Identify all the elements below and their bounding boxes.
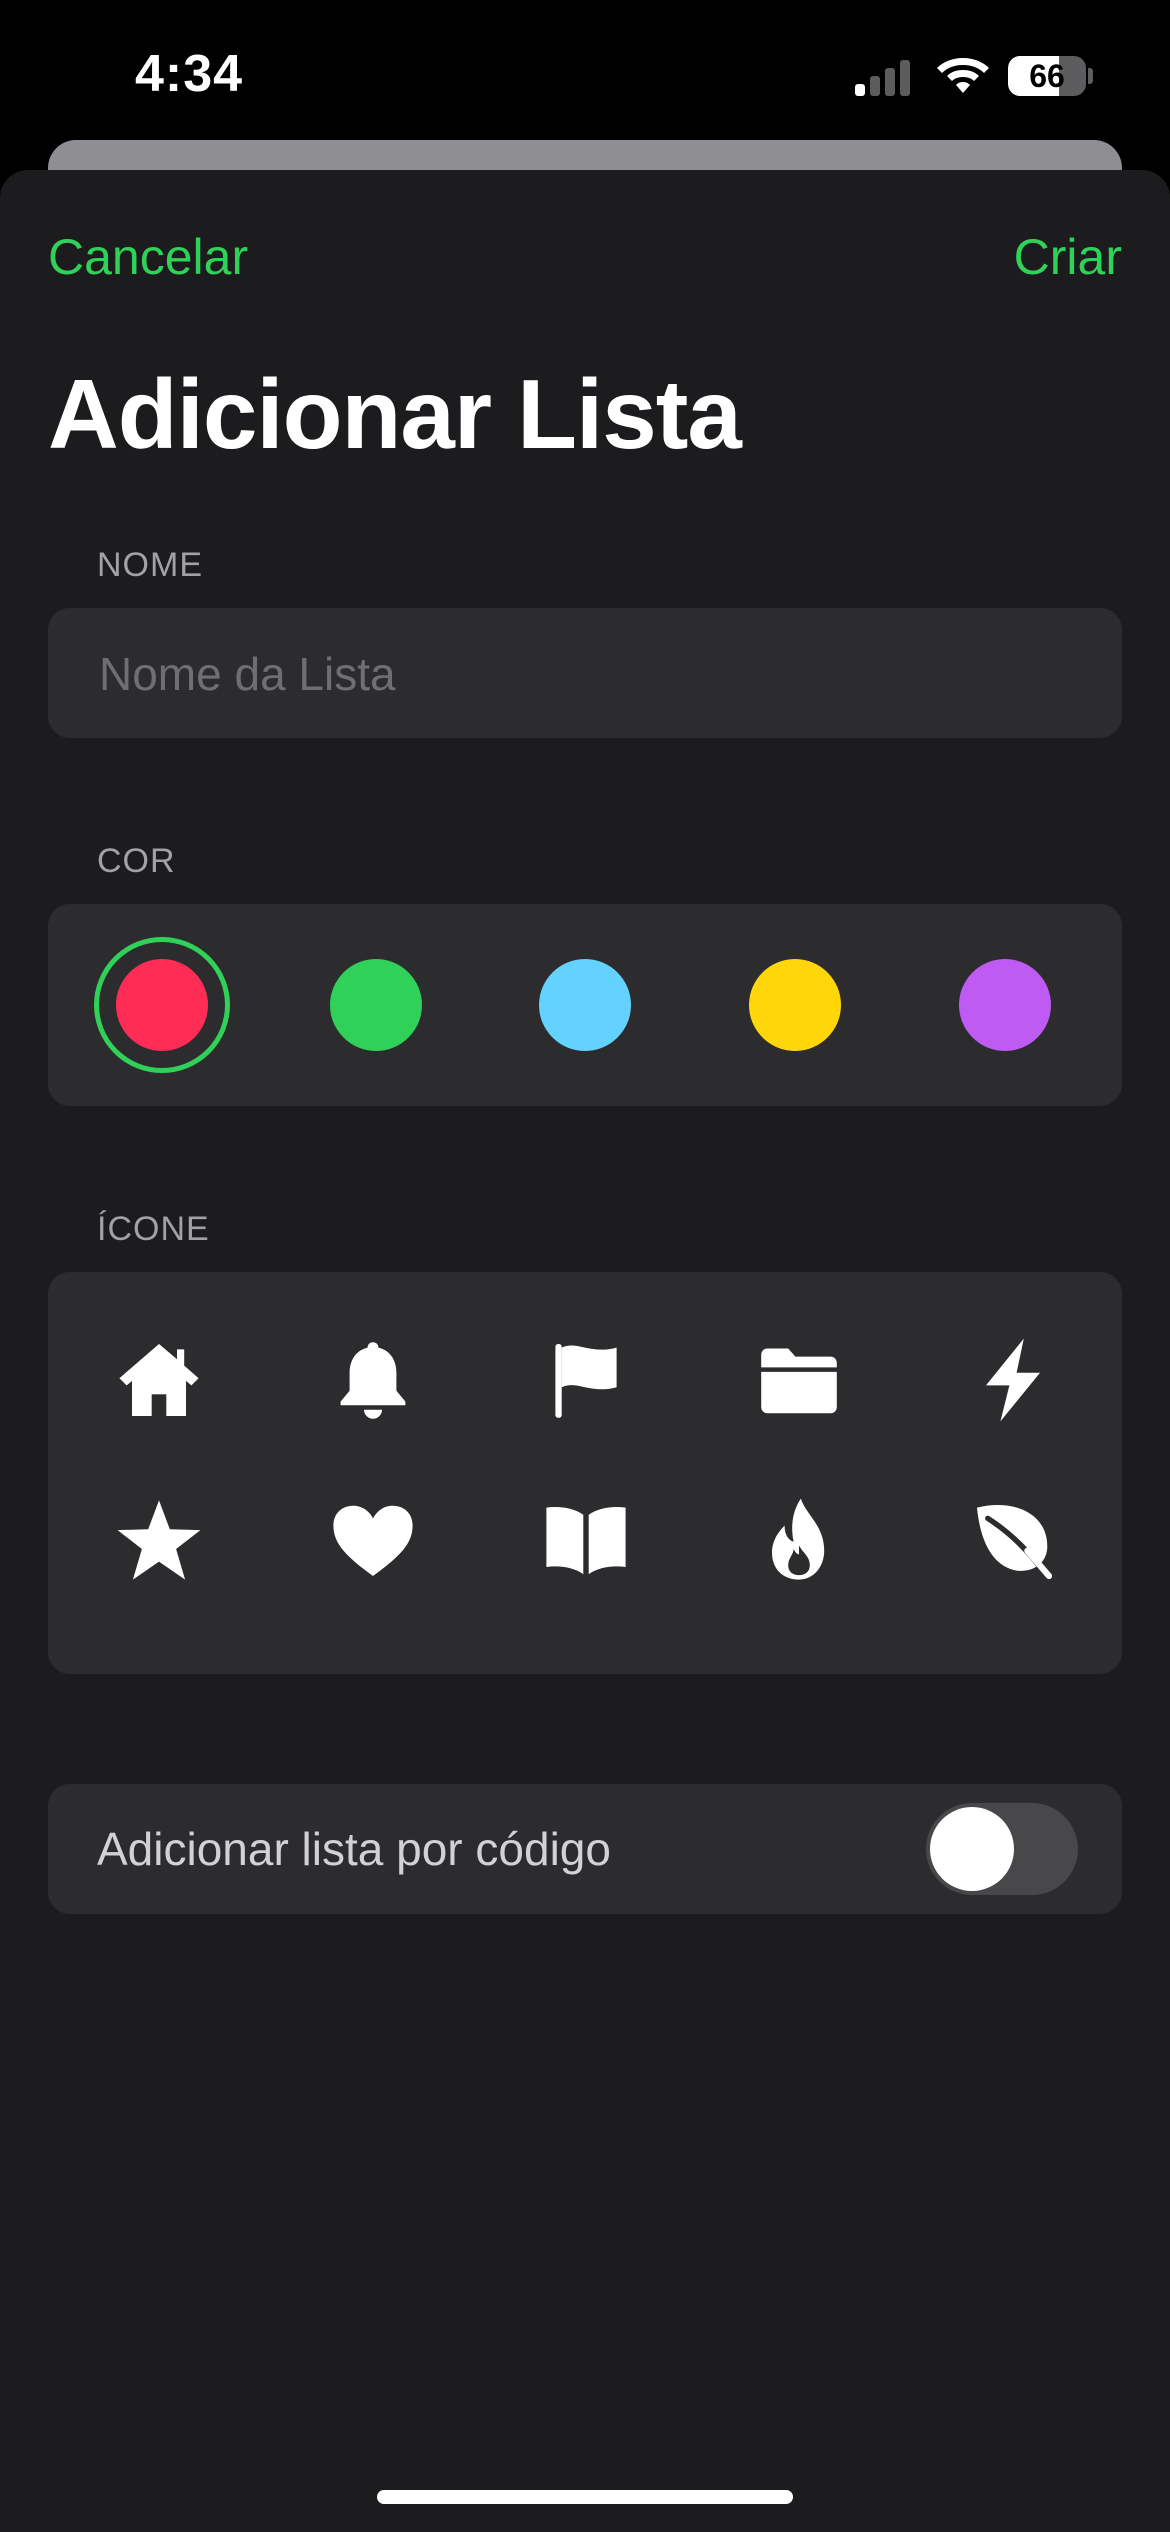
battery-icon: 66 [1008, 56, 1086, 96]
home-indicator[interactable] [377, 2490, 793, 2504]
code-toggle-label: Adicionar lista por código [97, 1823, 611, 1875]
color-swatch-yellow[interactable] [749, 959, 841, 1051]
cellular-signal-icon [855, 58, 915, 96]
color-swatch-blue[interactable] [539, 959, 631, 1051]
add-list-sheet: Cancelar Criar Adicionar Lista NOME COR … [0, 170, 1170, 2532]
book-icon[interactable] [536, 1490, 636, 1590]
toggle-knob [930, 1807, 1014, 1891]
icon-section-label: ÍCONE [97, 1210, 210, 1248]
page-title: Adicionar Lista [48, 359, 742, 469]
bolt-icon[interactable] [963, 1330, 1063, 1430]
bell-icon[interactable] [323, 1330, 423, 1430]
list-name-input[interactable] [97, 608, 1082, 740]
icon-picker-card [48, 1272, 1122, 1674]
wifi-icon [937, 58, 989, 93]
leaf-icon[interactable] [963, 1490, 1063, 1590]
color-section-label: COR [97, 842, 176, 880]
create-button[interactable]: Criar [1014, 228, 1122, 286]
add-by-code-toggle[interactable] [926, 1803, 1078, 1895]
cancel-button[interactable]: Cancelar [48, 228, 248, 286]
color-swatch-green[interactable] [330, 959, 422, 1051]
star-icon[interactable] [109, 1490, 209, 1590]
name-section-label: NOME [97, 546, 203, 584]
name-card [48, 608, 1122, 740]
status-time: 4:34 [135, 45, 244, 103]
battery-percent: 66 [1029, 58, 1065, 94]
flame-icon[interactable] [749, 1490, 849, 1590]
status-bar: 4:34 66 [0, 0, 1170, 150]
house-icon[interactable] [109, 1330, 209, 1430]
folder-icon[interactable] [749, 1330, 849, 1430]
code-toggle-row: Adicionar lista por código [48, 1784, 1122, 1914]
color-picker-card [48, 904, 1122, 1106]
color-swatch-red[interactable] [116, 959, 208, 1051]
color-swatch-purple[interactable] [959, 959, 1051, 1051]
battery-cap [1088, 68, 1093, 84]
flag-icon[interactable] [536, 1330, 636, 1430]
heart-icon[interactable] [323, 1490, 423, 1590]
